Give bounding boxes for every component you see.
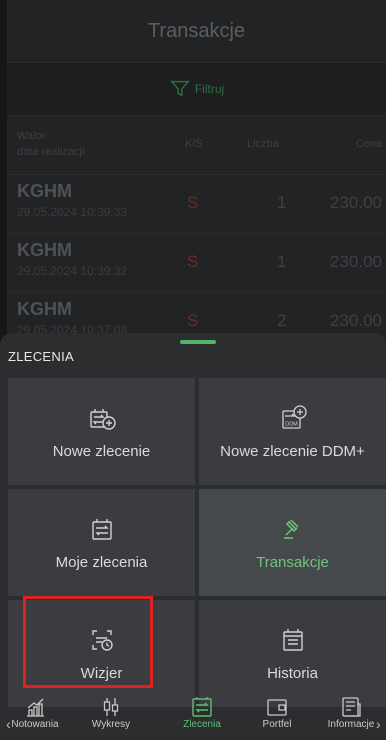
nav-item-wykresy[interactable]: Wykresy — [76, 696, 146, 730]
row-price: 230.00 — [330, 311, 382, 330]
row-qty: 1 — [277, 193, 287, 212]
new-order-icon — [89, 409, 116, 430]
nav-scroll-right-icon[interactable]: › — [376, 716, 381, 732]
column-liczba: Liczba — [247, 138, 279, 150]
row-qty: 2 — [277, 311, 287, 330]
nav-label: Portfel — [262, 719, 292, 730]
table-row[interactable]: KGHM 29.05.2024 10:39:33 S 1 230.00 — [7, 175, 386, 234]
row-symbol: KGHM — [17, 181, 72, 201]
tile-label: Nowe zlecenie — [52, 443, 151, 460]
page-title: Transakcje — [7, 0, 386, 63]
row-qty: 1 — [277, 252, 287, 271]
sheet-drag-handle[interactable] — [180, 340, 216, 344]
news-icon — [342, 697, 361, 717]
wallet-icon — [267, 699, 287, 716]
page-title-text: Transakcje — [147, 19, 246, 42]
tile-label: Transakcje — [256, 554, 329, 571]
new-order-ddm-icon: DDM — [281, 405, 307, 429]
row-date: 29.05.2024 10:39:33 — [17, 205, 128, 219]
transactions-screen-background: Transakcje Filtruj Walor data realizacji… — [7, 0, 386, 352]
column-ks: K/S — [185, 138, 203, 150]
row-price: 230.00 — [330, 252, 382, 271]
row-price: 230.00 — [330, 193, 382, 212]
nav-item-portfel[interactable]: Portfel — [242, 696, 312, 730]
filter-icon — [169, 80, 190, 97]
chart-rising-icon — [27, 698, 44, 717]
filter-button[interactable]: Filtruj — [7, 63, 386, 116]
orders-icon — [192, 697, 212, 717]
table-row[interactable]: KGHM 29.05.2024 10:39:32 S 1 230.00 — [7, 234, 386, 293]
tile-transactions[interactable]: Transakcje — [199, 489, 386, 596]
history-icon — [282, 629, 303, 651]
nav-label: Wykresy — [91, 719, 131, 730]
tile-history[interactable]: Historia — [199, 600, 386, 707]
table-header: Walor data realizacji K/S Liczba Cena — [7, 116, 386, 175]
candlestick-icon — [103, 698, 119, 716]
bottom-navigation: ‹ Notowania Wykresy Zlecenia Portfel Inf… — [0, 697, 386, 740]
tile-label: Nowe zlecenie DDM+ — [220, 443, 365, 460]
column-cena: Cena — [355, 138, 382, 150]
nav-label: Informacje — [327, 719, 375, 730]
tile-label: Moje zlecenia — [55, 554, 148, 571]
nav-label: Notowania — [11, 719, 59, 730]
wizjer-highlight-annotation — [23, 596, 153, 688]
ddm-icon-text: DDM — [285, 422, 298, 428]
row-side: S — [187, 311, 199, 330]
row-symbol: KGHM — [17, 299, 72, 319]
tile-new-order[interactable]: Nowe zlecenie — [8, 378, 195, 485]
tile-label: Historia — [267, 665, 318, 682]
filter-label: Filtruj — [194, 82, 225, 96]
row-symbol: KGHM — [17, 240, 72, 260]
row-date: 29.05.2024 10:39:32 — [17, 264, 128, 278]
nav-item-zlecenia[interactable]: Zlecenia — [167, 696, 237, 730]
nav-label: Zlecenia — [183, 719, 221, 730]
sheet-title: ZLECENIA — [8, 349, 74, 364]
column-date: data realizacji — [17, 146, 85, 158]
tile-my-orders[interactable]: Moje zlecenia — [8, 489, 195, 596]
my-orders-icon — [91, 519, 112, 540]
orders-bottom-sheet: ZLECENIA Nowe zlecenie DDM Nowe zlecenie… — [0, 333, 386, 740]
row-side: S — [187, 193, 199, 212]
gavel-icon — [283, 519, 299, 539]
column-walor: Walor — [17, 130, 46, 142]
tile-new-order-ddm[interactable]: DDM Nowe zlecenie DDM+ — [199, 378, 386, 485]
nav-item-notowania[interactable]: Notowania — [0, 696, 70, 730]
row-side: S — [187, 252, 199, 271]
